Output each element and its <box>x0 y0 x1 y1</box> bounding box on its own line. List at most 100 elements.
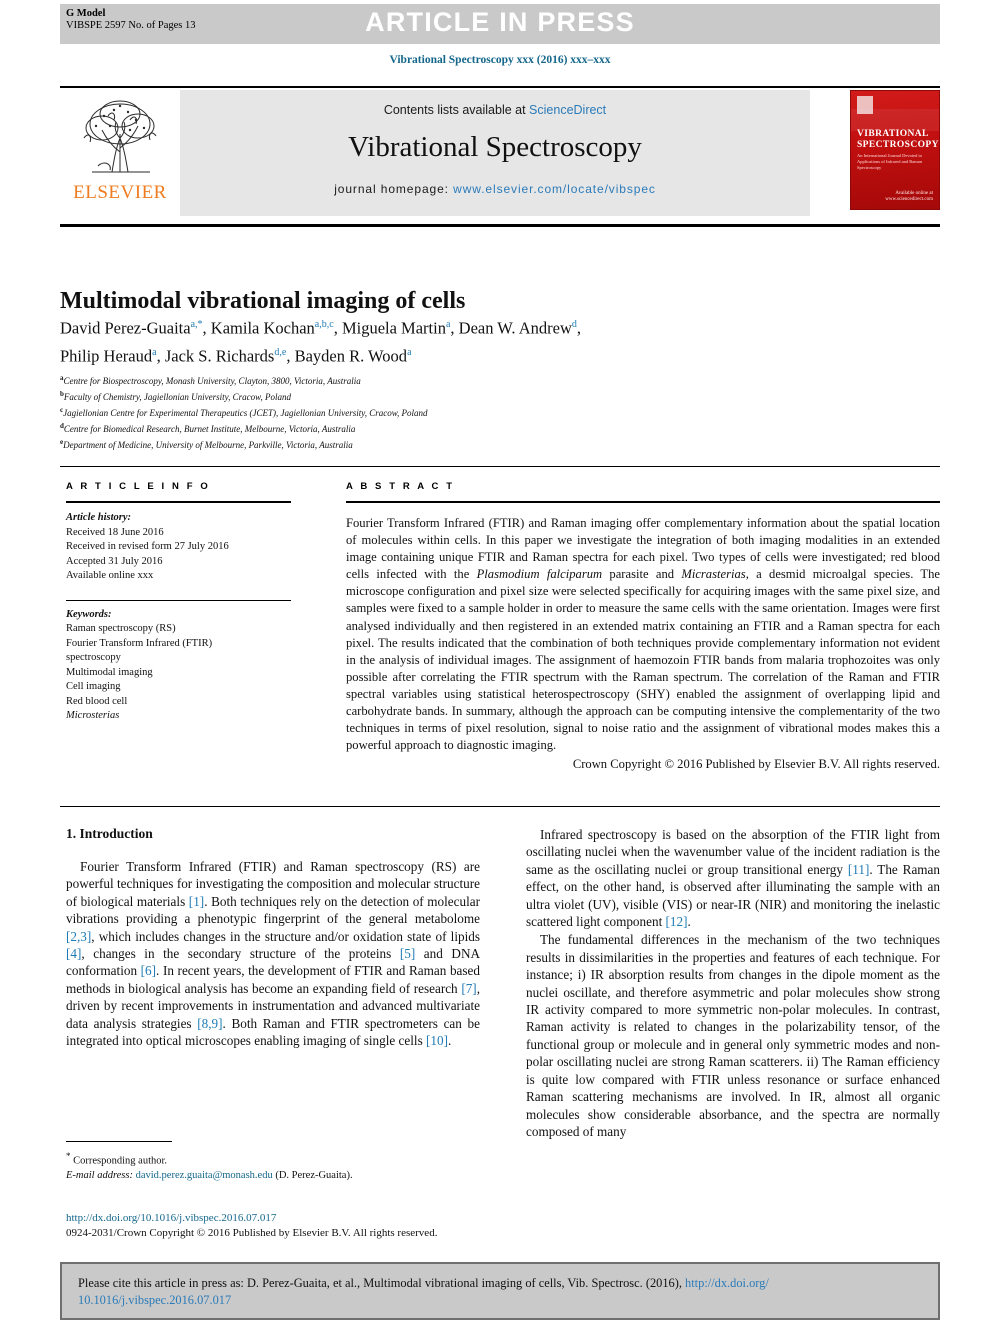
citation-ref-4[interactable]: [4] <box>66 946 81 961</box>
cover-title-line2: SPECTROSCOPY <box>857 140 939 150</box>
cover-elsevier-mark-icon <box>857 96 873 114</box>
abstract-part-c: , a desmid microalgal species. The micro… <box>346 567 940 753</box>
abstract-copyright: Crown Copyright © 2016 Published by Else… <box>572 757 940 772</box>
affiliation-item: aCentre for Biospectroscopy, Monash Univ… <box>60 372 940 388</box>
affiliation-text: Faculty of Chemistry, Jagiellonian Unive… <box>63 392 291 402</box>
author-list: David Perez-Guaitaa,*, Kamila Kochana,b,… <box>60 318 581 366</box>
journal-homepage-link[interactable]: www.elsevier.com/locate/vibspec <box>453 182 656 196</box>
email-label: E-mail address: <box>66 1170 133 1181</box>
journal-title: Vibrational Spectroscopy <box>348 131 642 163</box>
contents-available-line: Contents lists available at ScienceDirec… <box>180 103 810 117</box>
article-info-heading: A R T I C L E I N F O <box>66 481 211 492</box>
journal-cover-image: VIBRATIONAL SPECTROSCOPY An Internationa… <box>850 90 940 210</box>
abstract-species-plasmodium: Plasmodium falciparum <box>476 567 603 582</box>
footnote-rule <box>66 1141 172 1142</box>
author-name: Jack S. Richards <box>164 346 275 365</box>
elsevier-tree-icon <box>83 100 157 173</box>
intro-paragraph-2: Infrared spectroscopy is based on the ab… <box>526 826 940 930</box>
affiliation-item: cJagiellonian Centre for Experimental Th… <box>60 404 940 420</box>
cover-title: VIBRATIONAL SPECTROSCOPY <box>857 129 938 151</box>
author-name: Bayden R. Wood <box>294 346 408 365</box>
abstract-species-micrasterias: Micrasterias <box>681 567 746 582</box>
citation-ref-10[interactable]: [10] <box>426 1033 448 1048</box>
abstract-heading: A B S T R A C T <box>346 481 455 492</box>
affiliation-text: Centre for Biomedical Research, Burnet I… <box>63 424 356 434</box>
intro-p1-d: , changes in the secondary structure of … <box>81 946 400 962</box>
page-title: Multimodal vibrational imaging of cells <box>60 288 466 315</box>
author-affil-marker[interactable]: a <box>446 319 450 330</box>
abstract-column: A B S T R A C T Fourier Transform Infrar… <box>346 481 940 773</box>
abstract-text: Fourier Transform Infrared (FTIR) and Ra… <box>346 515 940 754</box>
author-affil-marker[interactable]: d,e <box>274 347 286 358</box>
author-affil-marker[interactable]: a <box>152 347 156 358</box>
cite-this-article-box: Please cite this article in press as: D.… <box>60 1262 940 1320</box>
affiliation-item: bFaculty of Chemistry, Jagiellonian Univ… <box>60 388 940 404</box>
citation-ref-5[interactable]: [5] <box>400 946 415 961</box>
citation-ref-8-9[interactable]: [8,9] <box>197 1016 222 1031</box>
citation-ref-12[interactable]: [12] <box>666 914 688 929</box>
keyword-item: Raman spectroscopy (RS) <box>66 623 176 634</box>
issn-copyright-line: 0924-2031/Crown Copyright © 2016 Publish… <box>66 1227 438 1239</box>
cover-title-line1: VIBRATIONAL <box>857 129 929 139</box>
author-affil-marker[interactable]: a,* <box>191 319 203 330</box>
affiliation-item: dCentre for Biomedical Research, Burnet … <box>60 420 940 436</box>
masthead-center-panel: Contents lists available at ScienceDirec… <box>180 90 810 216</box>
email-note: E-mail address: david.perez.guaita@monas… <box>66 1169 480 1184</box>
author-name: Philip Heraud <box>60 346 153 365</box>
body-top-rule <box>60 806 940 807</box>
affiliation-text: Department of Medicine, University of Me… <box>63 440 353 450</box>
homepage-prefix: journal homepage: <box>334 182 454 196</box>
citation-ref-1[interactable]: [1] <box>189 894 204 909</box>
affiliation-text: Centre for Biospectroscopy, Monash Unive… <box>63 376 361 386</box>
article-info-rule <box>66 501 291 503</box>
author-affil-marker[interactable]: a <box>407 347 411 358</box>
citation-ref-6[interactable]: [6] <box>141 963 156 978</box>
history-item: Accepted 31 July 2016 <box>66 555 163 567</box>
abstract-rule <box>346 501 940 503</box>
sciencedirect-link[interactable]: ScienceDirect <box>529 103 606 117</box>
asterisk-icon: * <box>66 1151 71 1161</box>
intro-p1-c: , which includes changes in the structur… <box>91 928 480 944</box>
section-heading-introduction: 1. Introduction <box>66 826 153 841</box>
keyword-item: Fourier Transform Infrared (FTIR) <box>66 637 213 649</box>
author-email-link[interactable]: david.perez.guaita@monash.edu <box>136 1170 273 1181</box>
citation-ref-11[interactable]: [11] <box>848 862 869 877</box>
abstract-part-b: parasite and <box>602 567 682 582</box>
author-name: Dean W. Andrew <box>458 318 572 338</box>
corresponding-author-note: * Corresponding author. <box>66 1149 480 1169</box>
history-item: Received in revised form 27 July 2016 <box>66 541 229 552</box>
cite-prefix: Please cite this article in press as: D.… <box>78 1276 686 1290</box>
keywords-block: Keywords: Raman spectroscopy (RS) Fourie… <box>66 608 291 724</box>
author-name: Kamila Kochan <box>210 318 315 338</box>
citation-ref-7[interactable]: [7] <box>461 981 476 996</box>
intro-p2-c: . <box>687 914 691 930</box>
cover-footer-text: Available online at www.sciencedirect.co… <box>885 191 933 202</box>
cover-subtitle: An International Journal Devoted to Appl… <box>857 153 922 170</box>
keyword-item: Multimodal imaging <box>66 666 153 678</box>
keywords-label: Keywords: <box>66 608 112 620</box>
info-section-top-rule <box>60 466 940 467</box>
footnote-block: * Corresponding author. E-mail address: … <box>66 1149 480 1184</box>
masthead-top-rule <box>60 86 940 88</box>
doi-block: http://dx.doi.org/10.1016/j.vibspec.2016… <box>66 1211 566 1241</box>
author-affil-marker[interactable]: a,b,c <box>315 319 334 330</box>
cite-doi-link-part2[interactable]: 10.1016/j.vibspec.2016.07.017 <box>78 1293 231 1307</box>
cite-text: Please cite this article in press as: D.… <box>62 1264 938 1309</box>
history-item: Received 18 June 2016 <box>66 526 164 538</box>
elsevier-wordmark: ELSEVIER <box>73 182 167 203</box>
keyword-item: spectroscopy <box>66 652 121 663</box>
cite-doi-link-part1[interactable]: http://dx.doi.org/ <box>685 1276 769 1290</box>
citation-ref-2-3[interactable]: [2,3] <box>66 929 91 944</box>
keyword-item-italic: Microsterias <box>66 710 120 721</box>
keyword-item: Cell imaging <box>66 681 121 692</box>
doi-link[interactable]: http://dx.doi.org/10.1016/j.vibspec.2016… <box>66 1212 276 1224</box>
history-item: Available online xxx <box>66 570 154 581</box>
journal-homepage-line: journal homepage: www.elsevier.com/locat… <box>180 182 810 196</box>
keyword-item: Red blood cell <box>66 695 128 707</box>
article-info-column: A R T I C L E I N F O Article history: R… <box>66 481 291 724</box>
author-name: David Perez-Guaita <box>60 318 191 338</box>
keywords-rule <box>66 599 291 601</box>
elsevier-logo: ELSEVIER <box>60 90 180 216</box>
affiliation-list: aCentre for Biospectroscopy, Monash Univ… <box>60 372 940 452</box>
author-affil-marker[interactable]: d <box>572 319 577 330</box>
